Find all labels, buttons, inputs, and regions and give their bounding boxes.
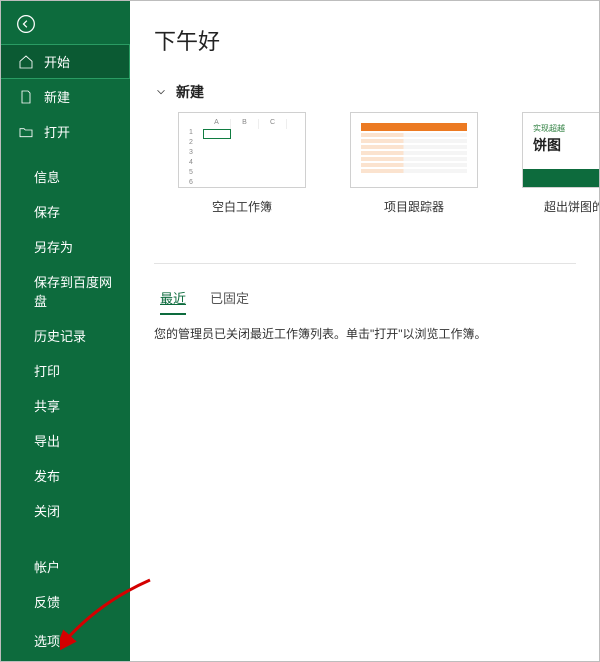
sidebar-item-open[interactable]: 打开	[0, 114, 130, 149]
sidebar-item-export[interactable]: 导出	[0, 423, 130, 458]
open-folder-icon	[18, 124, 34, 140]
back-button[interactable]	[6, 4, 46, 44]
template-thumb: ABC 123456	[178, 112, 306, 188]
thumb-small-text: 实现超越	[533, 123, 565, 134]
sidebar-item-history: 历史记录	[0, 318, 130, 353]
sidebar-label: 新建	[44, 87, 70, 106]
new-file-icon	[18, 89, 34, 105]
sidebar-item-start[interactable]: 开始	[0, 44, 130, 79]
back-arrow-icon	[16, 14, 36, 34]
recent-tabs: 最近 已固定	[160, 288, 600, 315]
sidebar-item-new[interactable]: 新建	[0, 79, 130, 114]
sidebar-item-print[interactable]: 打印	[0, 353, 130, 388]
divider	[154, 263, 576, 264]
template-label: 超出饼图的教程	[544, 198, 600, 215]
template-project-tracker[interactable]: 项目跟踪器	[350, 112, 478, 215]
template-thumb: 实现超越 饼图	[522, 112, 600, 188]
template-thumb	[350, 112, 478, 188]
sidebar-label: 开始	[44, 52, 70, 71]
chevron-down-icon	[154, 85, 168, 99]
tab-recent[interactable]: 最近	[160, 288, 186, 315]
main-panel: 下午好 新建 ABC 123456 空白工作簿 项目跟踪器 实现超越 饼图	[130, 0, 600, 662]
home-icon	[18, 54, 34, 70]
new-section-title: 新建	[176, 82, 204, 102]
backstage-sidebar: 开始 新建 打开 信息 保存 另存为 保存到百度网盘 历史记录 打印 共享 导出…	[0, 0, 130, 662]
sidebar-item-share[interactable]: 共享	[0, 388, 130, 423]
sidebar-item-close[interactable]: 关闭	[0, 493, 130, 528]
sidebar-item-save-baidu[interactable]: 保存到百度网盘	[0, 264, 130, 318]
template-label: 项目跟踪器	[384, 198, 444, 215]
template-blank-workbook[interactable]: ABC 123456 空白工作簿	[178, 112, 306, 215]
sidebar-item-account[interactable]: 帐户	[0, 549, 130, 584]
template-pie-chart-tutorial[interactable]: 实现超越 饼图 超出饼图的教程	[522, 112, 600, 215]
template-label: 空白工作簿	[212, 198, 272, 215]
greeting-heading: 下午好	[154, 24, 600, 56]
sidebar-label: 打开	[44, 122, 70, 141]
sidebar-item-save[interactable]: 保存	[0, 194, 130, 229]
sidebar-item-save-as[interactable]: 另存为	[0, 229, 130, 264]
sidebar-item-feedback[interactable]: 反馈	[0, 584, 130, 619]
new-section-toggle[interactable]: 新建	[154, 82, 600, 102]
tab-pinned[interactable]: 已固定	[210, 288, 249, 315]
recent-disabled-message: 您的管理员已关闭最近工作簿列表。单击"打开"以浏览工作簿。	[154, 325, 600, 342]
thumb-big-text: 饼图	[533, 135, 561, 155]
sidebar-item-publish[interactable]: 发布	[0, 458, 130, 493]
template-row: ABC 123456 空白工作簿 项目跟踪器 实现超越 饼图 超出饼图的教程	[154, 112, 600, 215]
sidebar-item-info[interactable]: 信息	[0, 159, 130, 194]
sidebar-item-options[interactable]: 选项	[0, 619, 130, 662]
